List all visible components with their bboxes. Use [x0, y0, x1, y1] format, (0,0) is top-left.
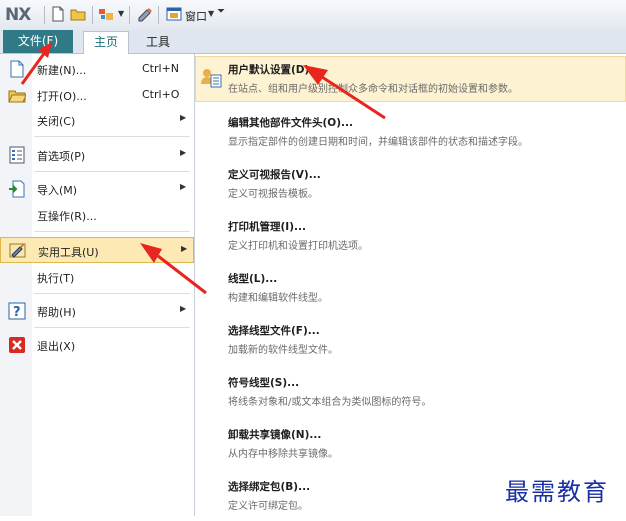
submenu-item-line-font[interactable]: 线型(L)... 构建和编辑软件线型。: [195, 265, 626, 313]
menu-separator: [34, 231, 190, 232]
menu-item-import[interactable]: 导入(M) ▶: [0, 177, 194, 201]
menu-separator: [34, 136, 190, 137]
menu-item-exit[interactable]: 退出(X): [0, 333, 194, 357]
customize-toolbar-icon[interactable]: ⏷: [217, 6, 225, 17]
menu-item-label: 互操作(R)...: [37, 210, 97, 223]
submenu-item-title: 打印机管理(I)...: [228, 221, 306, 233]
toolbar-separator: [92, 6, 93, 24]
tab-file[interactable]: 文件(F): [3, 30, 73, 53]
menu-item-label: 执行(T): [37, 272, 75, 285]
menu-item-shortcut: Ctrl+N: [142, 62, 180, 75]
window-icon[interactable]: [166, 6, 182, 22]
menu-item-label: 首选项(P): [37, 150, 86, 163]
submenu-arrow-icon: ▶: [180, 148, 187, 157]
svg-text:?: ?: [13, 305, 21, 320]
help-icon: ?: [8, 302, 26, 320]
chevron-down-icon[interactable]: ▼: [118, 9, 124, 18]
submenu-arrow-icon: ▶: [180, 113, 187, 122]
quick-access-toolbar: [0, 0, 626, 31]
submenu-item-title: 用户默认设置(D)...: [228, 64, 322, 76]
open-folder-icon[interactable]: [70, 6, 86, 22]
submenu-item-symbol-font[interactable]: 符号线型(S)... 将线条对象和/或文本组合为类似图标的符号。: [195, 369, 626, 417]
submenu-item-desc: 将线条对象和/或文本组合为类似图标的符号。: [228, 397, 432, 408]
submenu-item-title: 选择绑定包(B)...: [228, 481, 311, 493]
submenu-item-desc: 定义许可绑定包。: [228, 501, 308, 512]
menu-item-close[interactable]: 关闭(C) ▶: [0, 108, 194, 132]
menu-item-preferences[interactable]: 首选项(P) ▶: [0, 143, 194, 167]
submenu-item-title: 卸载共享镜像(N)...: [228, 429, 322, 441]
menu-separator: [34, 293, 190, 294]
submenu-item-desc: 在站点、组和用户级别控制众多命令和对话框的初始设置和参数。: [228, 84, 518, 95]
submenu-item-title: 编辑其他部件文件头(O)...: [228, 117, 353, 129]
toolbar-separator: [158, 6, 159, 24]
submenu-item-desc: 定义可视报告模板。: [228, 189, 318, 200]
submenu-item-desc: 构建和编辑软件线型。: [228, 293, 328, 304]
menu-item-execute[interactable]: 执行(T): [0, 265, 194, 289]
submenu-arrow-icon: ▶: [180, 304, 187, 313]
toolbar-separator: [129, 6, 130, 24]
user-defaults-icon: [201, 69, 222, 88]
file-menu: 新建(N)... Ctrl+N 打开(O)... Ctrl+O 关闭(C) ▶ …: [0, 54, 195, 516]
menu-item-label: 新建(N)...: [37, 64, 87, 77]
submenu-item-desc: 加载新的软件线型文件。: [228, 345, 338, 356]
submenu-item-edit-part-header[interactable]: 编辑其他部件文件头(O)... 显示指定部件的创建日期和时间，并编辑该部件的状态…: [195, 109, 626, 157]
watermark-text: 最需教育: [505, 478, 609, 506]
menu-item-utilities[interactable]: 实用工具(U) ▶: [0, 237, 194, 263]
menu-item-interoperate[interactable]: 互操作(R)...: [0, 203, 194, 227]
submenu-item-select-line-font-file[interactable]: 选择线型文件(F)... 加载新的软件线型文件。: [195, 317, 626, 365]
submenu-item-title: 符号线型(S)...: [228, 377, 300, 389]
submenu-item-title: 线型(L)...: [228, 273, 278, 285]
exit-icon: [9, 337, 25, 353]
menu-item-help[interactable]: ? 帮助(H) ▶: [0, 299, 194, 323]
menu-separator: [34, 327, 190, 328]
utilities-submenu: 用户默认设置(D)... 在站点、组和用户级别控制众多命令和对话框的初始设置和参…: [195, 54, 626, 516]
menu-item-open[interactable]: 打开(O)... Ctrl+O: [0, 83, 194, 107]
menu-item-new[interactable]: 新建(N)... Ctrl+N: [0, 57, 194, 81]
window-menu-label[interactable]: 窗口: [185, 8, 207, 24]
submenu-item-desc: 从内存中移除共享镜像。: [228, 449, 338, 460]
menu-item-label: 实用工具(U): [38, 246, 99, 259]
submenu-item-user-defaults[interactable]: 用户默认设置(D)... 在站点、组和用户级别控制众多命令和对话框的初始设置和参…: [195, 56, 626, 102]
menu-item-label: 帮助(H): [37, 306, 76, 319]
submenu-item-visual-report[interactable]: 定义可视报告(V)... 定义可视报告模板。: [195, 161, 626, 209]
import-icon: [9, 180, 25, 198]
submenu-item-desc: 显示指定部件的创建日期和时间，并编辑该部件的状态和描述字段。: [228, 137, 528, 148]
submenu-item-desc: 定义打印机和设置打印机选项。: [228, 241, 368, 252]
pencil-tool-icon[interactable]: [137, 6, 153, 22]
submenu-item-printer-admin[interactable]: 打印机管理(I)... 定义打印机和设置打印机选项。: [195, 213, 626, 261]
chevron-down-icon[interactable]: ▼: [208, 9, 214, 18]
menu-item-label: 退出(X): [37, 340, 76, 353]
menu-item-label: 导入(M): [37, 184, 78, 197]
submenu-item-title: 选择线型文件(F)...: [228, 325, 320, 337]
tab-home[interactable]: 主页: [83, 31, 129, 54]
preferences-list-icon: [9, 146, 25, 164]
submenu-arrow-icon: ▶: [180, 182, 187, 191]
menu-separator: [34, 171, 190, 172]
open-folder-icon: [8, 90, 26, 103]
new-file-icon: [10, 60, 24, 78]
nx-logo: NX: [5, 5, 31, 25]
submenu-item-title: 定义可视报告(V)...: [228, 169, 321, 181]
new-file-icon[interactable]: [50, 6, 66, 22]
menu-item-label: 打开(O)...: [37, 90, 87, 103]
toolbox-icon[interactable]: [98, 6, 114, 22]
toolbar-separator: [44, 6, 45, 24]
utilities-tools-icon: [9, 243, 26, 258]
menu-item-label: 关闭(C): [37, 115, 76, 128]
tab-tools[interactable]: 工具: [138, 31, 178, 53]
menu-item-shortcut: Ctrl+O: [142, 88, 180, 101]
submenu-item-unload-shared-image[interactable]: 卸载共享镜像(N)... 从内存中移除共享镜像。: [195, 421, 626, 469]
submenu-arrow-icon: ▶: [181, 244, 188, 253]
